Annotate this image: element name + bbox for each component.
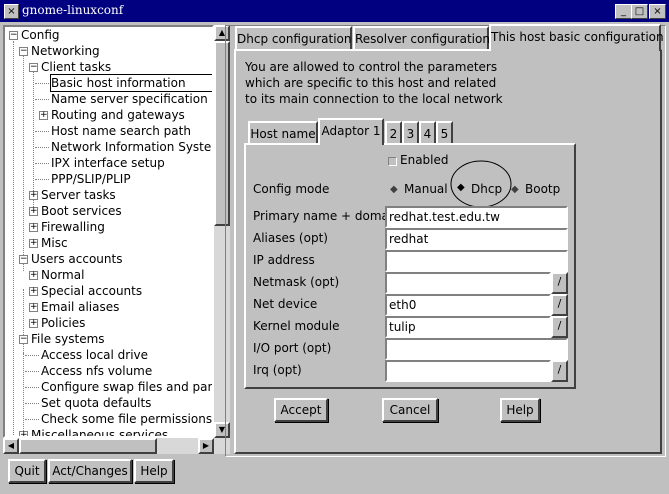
tree-label: Networking bbox=[31, 44, 100, 58]
title-bar[interactable]: × gnome-linuxconf _ □ × bbox=[0, 0, 669, 22]
collapse-icon[interactable]: − bbox=[19, 255, 28, 264]
netmask-label: Netmask (opt) bbox=[253, 275, 340, 289]
mode-manual-label[interactable]: Manual bbox=[404, 182, 448, 196]
subtab-4[interactable]: 4 bbox=[419, 121, 436, 145]
help-button[interactable]: Help bbox=[134, 459, 174, 483]
tree-label: Special accounts bbox=[41, 284, 143, 298]
tree-label: Normal bbox=[41, 268, 85, 282]
tree-label: Basic host information bbox=[50, 74, 212, 92]
io-port-field[interactable] bbox=[385, 338, 568, 360]
io-port-label: I/O port (opt) bbox=[253, 341, 332, 355]
intro-line-2: which are specific to this host and rela… bbox=[245, 76, 497, 90]
tree-label: Config bbox=[21, 28, 60, 42]
tree-label: Misc bbox=[41, 236, 68, 250]
tree-label: Host name search path bbox=[51, 124, 191, 138]
net-device-dropdown-icon[interactable]: / bbox=[551, 294, 568, 316]
tab-resolver-configuration[interactable]: Resolver configuration bbox=[353, 26, 490, 50]
tree-label: Policies bbox=[41, 316, 86, 330]
close-button[interactable]: × bbox=[649, 4, 666, 19]
netmask-field[interactable] bbox=[385, 272, 551, 294]
netmask-dropdown-icon[interactable]: / bbox=[551, 272, 568, 294]
net-device-label: Net device bbox=[253, 297, 318, 311]
horizontal-scroll-thumb[interactable] bbox=[19, 438, 157, 454]
act-changes-button[interactable]: Act/Changes bbox=[48, 459, 132, 483]
expand-icon[interactable]: + bbox=[29, 207, 38, 216]
tree-label: Check some file permissions bbox=[41, 412, 213, 426]
kernel-module-label: Kernel module bbox=[253, 319, 340, 333]
tree-label: Boot services bbox=[41, 204, 122, 218]
expand-icon[interactable]: + bbox=[39, 111, 48, 120]
enabled-checkbox[interactable] bbox=[388, 157, 397, 166]
expand-icon[interactable]: + bbox=[29, 303, 38, 312]
intro-line-1: You are allowed to control the parameter… bbox=[245, 60, 498, 74]
tree-label: Email aliases bbox=[41, 300, 120, 314]
tree-label: Users accounts bbox=[31, 252, 123, 266]
collapse-icon[interactable]: − bbox=[9, 31, 18, 40]
irq-field[interactable] bbox=[385, 360, 551, 382]
net-device-field[interactable]: eth0 bbox=[385, 294, 551, 316]
intro-line-3: to its main connection to the local netw… bbox=[245, 92, 503, 106]
subtab-3[interactable]: 3 bbox=[402, 121, 419, 145]
collapse-icon[interactable]: − bbox=[19, 47, 28, 56]
kernel-module-dropdown-icon[interactable]: / bbox=[551, 316, 568, 338]
window-title: gnome-linuxconf bbox=[22, 3, 124, 17]
tree-label: Server tasks bbox=[41, 188, 116, 202]
expand-icon[interactable]: + bbox=[29, 319, 38, 328]
aliases-label: Aliases (opt) bbox=[253, 231, 328, 245]
tree-label: Access nfs volume bbox=[41, 364, 153, 378]
subtab-adaptor-1[interactable]: Adaptor 1 bbox=[318, 118, 384, 145]
quit-button[interactable]: Quit bbox=[8, 459, 46, 483]
config-mode-label: Config mode bbox=[253, 182, 330, 196]
expand-icon[interactable]: + bbox=[29, 287, 38, 296]
collapse-icon[interactable]: − bbox=[29, 63, 38, 72]
radio-manual-icon[interactable]: ◆ bbox=[390, 184, 398, 195]
scroll-right-icon[interactable]: ▶ bbox=[198, 438, 214, 454]
expand-icon[interactable]: + bbox=[29, 271, 38, 280]
collapse-icon[interactable]: − bbox=[19, 335, 28, 344]
tree-label: Name server specification (DNS) bbox=[51, 92, 212, 106]
window-menu-icon[interactable]: × bbox=[4, 4, 19, 19]
irq-label: Irq (opt) bbox=[253, 363, 302, 377]
kernel-module-field[interactable]: tulip bbox=[385, 316, 551, 338]
minimize-button[interactable]: _ bbox=[615, 4, 632, 19]
scroll-left-icon[interactable]: ◀ bbox=[3, 438, 19, 454]
form-help-button[interactable]: Help bbox=[500, 398, 540, 422]
expand-icon[interactable]: + bbox=[29, 239, 38, 248]
primary-name-field[interactable]: redhat.test.edu.tw bbox=[385, 206, 568, 228]
tree-horizontal-scrollbar[interactable]: ◀ ▶ bbox=[3, 438, 230, 454]
mode-bootp-label[interactable]: Bootp bbox=[525, 182, 560, 196]
tree-label: Access local drive bbox=[41, 348, 149, 362]
expand-icon[interactable]: + bbox=[29, 223, 38, 232]
config-tree[interactable]: − Config − Networking − Client tasks Bas… bbox=[3, 25, 214, 438]
tree-label: Firewalling bbox=[41, 220, 105, 234]
cancel-button[interactable]: Cancel bbox=[382, 398, 438, 422]
expand-icon[interactable]: + bbox=[29, 191, 38, 200]
tree-label: Set quota defaults bbox=[41, 396, 152, 410]
maximize-button[interactable]: □ bbox=[631, 4, 648, 19]
highlight-circle bbox=[450, 160, 512, 208]
tree-label: Network Information System (NIS) bbox=[51, 140, 212, 154]
tab-dhcp-configuration[interactable]: Dhcp configuration bbox=[235, 26, 352, 50]
tree-label: Miscellaneous services bbox=[31, 428, 169, 438]
subtab-host-name[interactable]: Host name bbox=[248, 121, 318, 145]
ip-address-field[interactable] bbox=[385, 250, 568, 272]
irq-dropdown-icon[interactable]: / bbox=[551, 360, 568, 382]
subtab-2[interactable]: 2 bbox=[385, 121, 402, 145]
enabled-label: Enabled bbox=[400, 153, 449, 167]
aliases-field[interactable]: redhat bbox=[385, 228, 568, 250]
tree-label: Client tasks bbox=[41, 60, 112, 74]
ip-address-label: IP address bbox=[253, 253, 315, 267]
tree-label: IPX interface setup bbox=[51, 156, 165, 170]
tree-label: Configure swap files and partitions bbox=[41, 380, 213, 394]
accept-button[interactable]: Accept bbox=[274, 398, 328, 422]
tree-label: PPP/SLIP/PLIP bbox=[51, 172, 131, 186]
primary-name-label: Primary name + domain bbox=[253, 209, 400, 223]
tab-this-host-basic-configuration[interactable]: This host basic configuration bbox=[489, 24, 664, 51]
tree-label: Routing and gateways bbox=[51, 108, 185, 122]
tree-label: File systems bbox=[31, 332, 105, 346]
expand-icon[interactable]: + bbox=[19, 431, 28, 436]
subtab-5[interactable]: 5 bbox=[436, 121, 453, 145]
